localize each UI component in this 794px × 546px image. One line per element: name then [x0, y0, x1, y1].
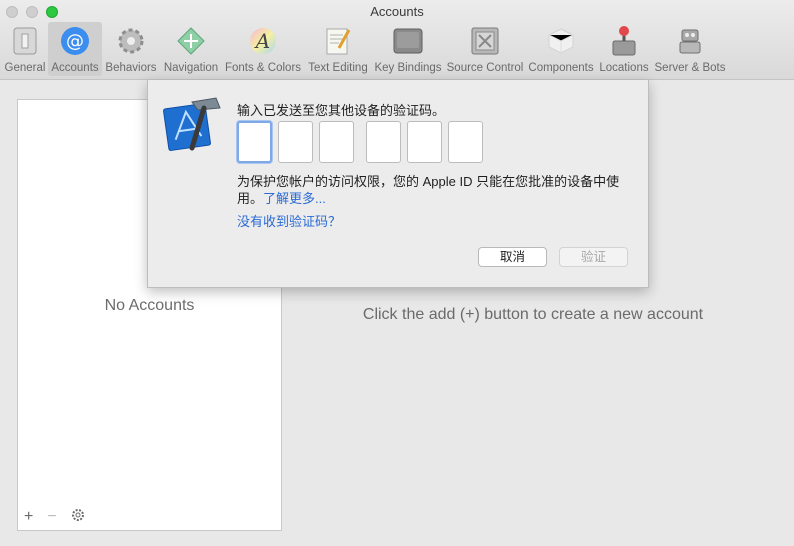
- code-digit-6[interactable]: [448, 121, 483, 163]
- no-accounts-label: No Accounts: [104, 297, 195, 314]
- xcode-icon: [162, 94, 224, 152]
- tab-source-control[interactable]: Source Control: [444, 22, 526, 76]
- tab-accounts[interactable]: @ Accounts: [48, 22, 102, 76]
- tab-general[interactable]: General: [2, 22, 48, 76]
- key-icon: [392, 25, 424, 57]
- remove-account-button[interactable]: −: [47, 509, 56, 525]
- learn-more-link[interactable]: 了解更多...: [263, 191, 326, 206]
- code-digit-2[interactable]: [278, 121, 313, 163]
- window-toolbar: Accounts General @ Accounts Behaviors Na…: [0, 0, 794, 80]
- text-editing-icon: [322, 25, 354, 57]
- no-code-link[interactable]: 没有收到验证码？: [237, 211, 341, 230]
- tab-key-bindings[interactable]: Key Bindings: [372, 22, 444, 76]
- general-icon: [9, 25, 41, 57]
- tab-navigation[interactable]: Navigation: [160, 22, 222, 76]
- cancel-button[interactable]: 取消: [478, 247, 547, 267]
- svg-text:A: A: [254, 29, 270, 53]
- tab-locations[interactable]: Locations: [596, 22, 652, 76]
- tab-server-bots[interactable]: Server & Bots: [652, 22, 728, 76]
- navigation-icon: [175, 25, 207, 57]
- empty-state-hint: Click the add (+) button to create a new…: [362, 306, 704, 323]
- gear-icon: [115, 25, 147, 57]
- code-digit-1[interactable]: [237, 121, 272, 163]
- window-title: Accounts: [370, 4, 424, 19]
- tab-fonts-colors[interactable]: A Fonts & Colors: [222, 22, 304, 76]
- tab-text-editing[interactable]: Text Editing: [304, 22, 372, 76]
- verification-code-fields: [237, 121, 489, 163]
- tab-behaviors[interactable]: Behaviors: [102, 22, 160, 76]
- code-digit-5[interactable]: [407, 121, 442, 163]
- source-control-icon: [469, 25, 501, 57]
- verification-dialog: 输入已发送至您其他设备的验证码。 为保护您帐户的访问权限，您的 Apple ID…: [147, 80, 649, 288]
- code-digit-4[interactable]: [366, 121, 401, 163]
- gear-icon[interactable]: [71, 508, 85, 526]
- svg-text:@: @: [66, 31, 84, 52]
- tab-components[interactable]: Components: [526, 22, 596, 76]
- dialog-info: 为保护您帐户的访问权限，您的 Apple ID 只能在您批准的设备中使用。了解更…: [237, 173, 637, 207]
- components-icon: [545, 25, 577, 57]
- font-icon: A: [247, 25, 279, 57]
- code-digit-3[interactable]: [319, 121, 354, 163]
- add-account-button[interactable]: +: [24, 509, 33, 525]
- at-sign-icon: @: [59, 25, 91, 57]
- preferences-toolbar: General @ Accounts Behaviors Navigation …: [2, 22, 728, 78]
- verify-button[interactable]: 验证: [559, 247, 628, 267]
- joystick-icon: [608, 25, 640, 57]
- list-tools: + −: [24, 508, 85, 526]
- robot-icon: [674, 25, 706, 57]
- dialog-prompt: 输入已发送至您其他设备的验证码。: [237, 103, 446, 118]
